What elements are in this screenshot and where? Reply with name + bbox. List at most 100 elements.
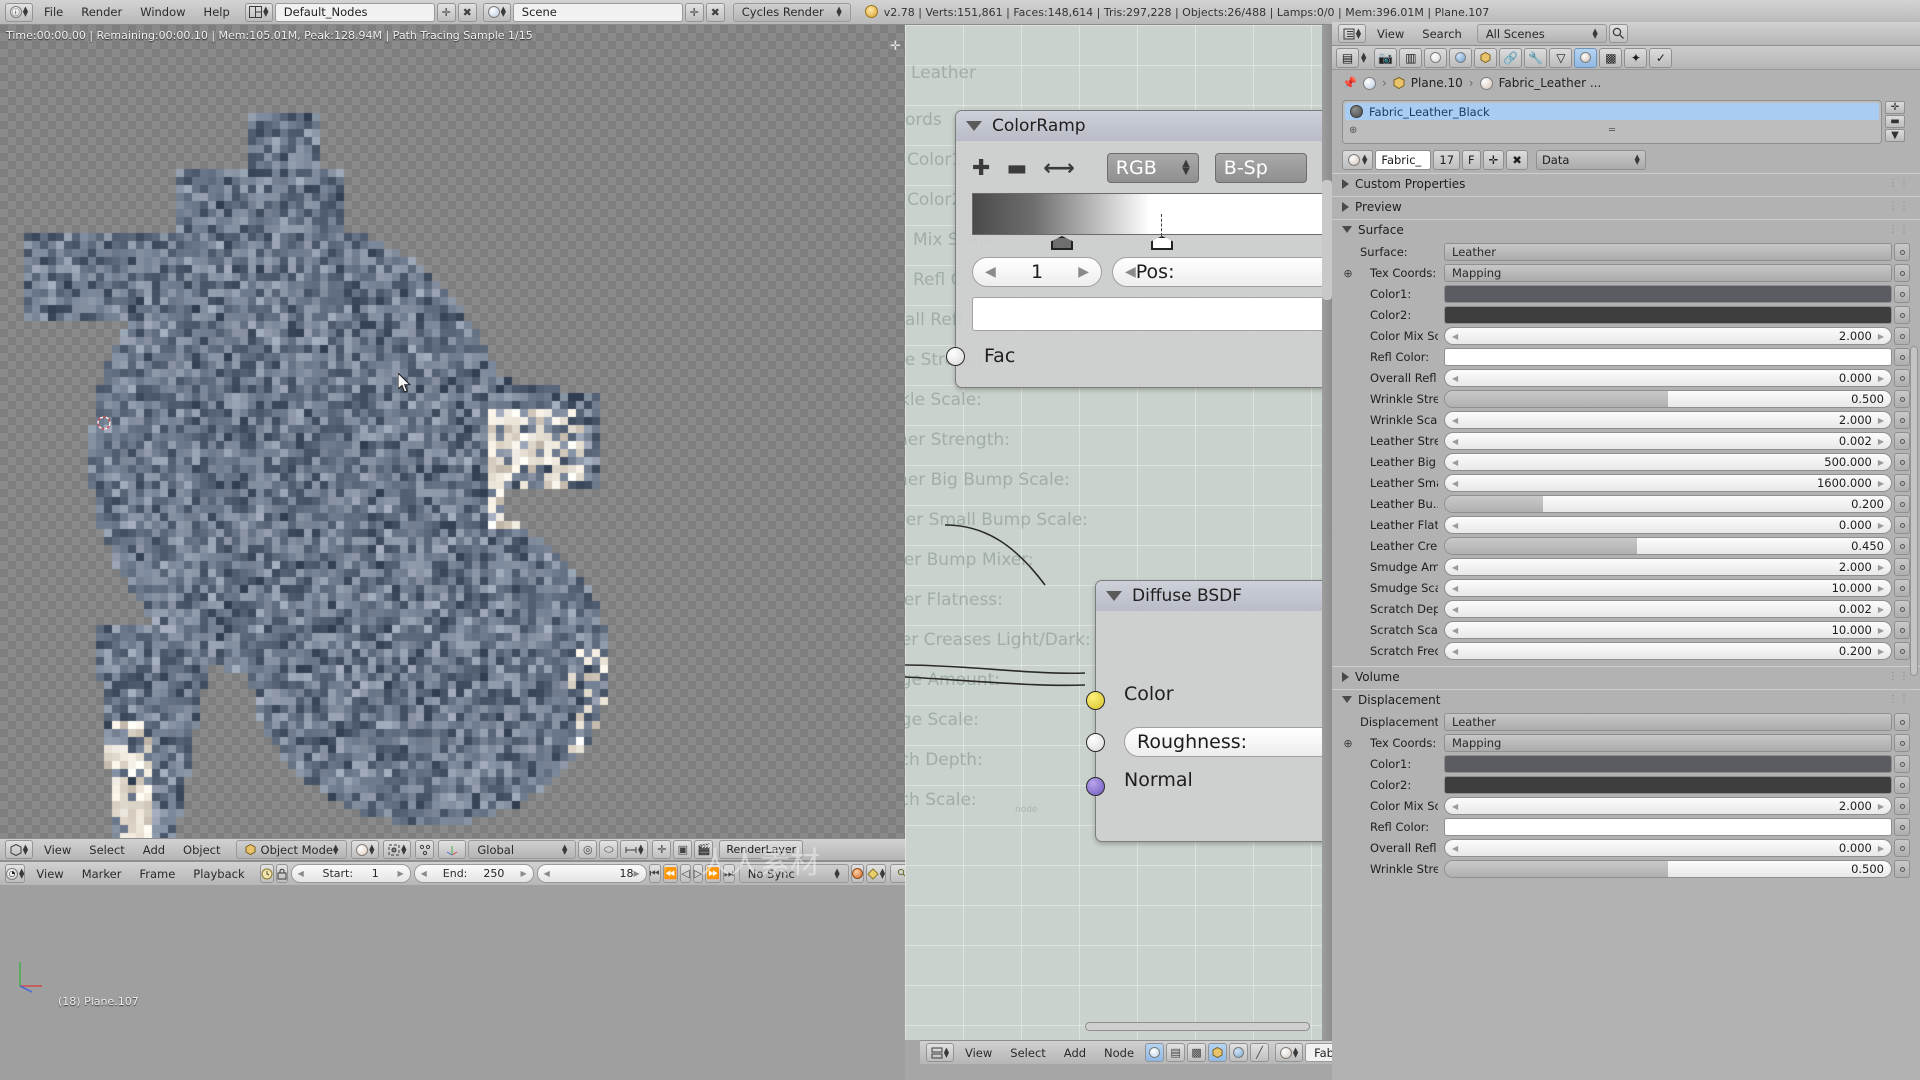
increment-icon[interactable]: ▶ — [1878, 479, 1884, 488]
animate-property-icon[interactable] — [1894, 776, 1910, 794]
increment-icon[interactable]: ▶ — [1878, 374, 1884, 383]
animate-property-icon[interactable] — [1894, 306, 1910, 324]
stop-handle-icon[interactable] — [1151, 236, 1173, 250]
outliner-editor-icon[interactable]: ▲ ▼ — [1338, 24, 1366, 43]
fake-user-toggle[interactable]: F — [1462, 150, 1481, 170]
unlink-icon[interactable]: ✖ — [458, 3, 477, 22]
animate-property-icon[interactable] — [1894, 558, 1910, 576]
add-icon[interactable]: ✛ — [437, 3, 456, 22]
previous-keyframe-icon[interactable]: ⏪ — [663, 864, 679, 883]
increment-icon[interactable]: ▶ — [1878, 647, 1884, 656]
current-frame-field[interactable]: ◀ 18 ▶ — [537, 864, 647, 883]
increment-icon[interactable]: ▶ — [1878, 332, 1884, 341]
increment-icon[interactable]: ▶ — [1878, 844, 1884, 853]
property-number-field[interactable]: ◀ 10.000 ▶ — [1444, 621, 1892, 639]
increment-icon[interactable]: ▶ — [633, 869, 639, 878]
increment-icon[interactable]: ▶ — [520, 869, 526, 878]
section-preview[interactable]: Preview ⋮⋮ — [1332, 196, 1920, 216]
property-number-field[interactable]: ◀ 2.000 ▶ — [1444, 327, 1892, 345]
increment-icon[interactable]: ▶ — [1878, 437, 1884, 446]
property-color-swatch[interactable] — [1444, 755, 1892, 773]
expand-plus-icon[interactable]: ⊕ — [1342, 267, 1354, 280]
jump-to-start-icon[interactable]: ⏮ — [649, 864, 661, 883]
proportional-edit-icon[interactable]: ◎ — [578, 840, 597, 859]
animate-property-icon[interactable] — [1894, 348, 1910, 366]
property-color-swatch[interactable] — [1444, 348, 1892, 366]
property-dropdown[interactable]: Leather — [1444, 243, 1892, 261]
property-number-field[interactable]: ◀ 0.000 ▶ — [1444, 839, 1892, 857]
screen-layout-icon[interactable]: ▲ ▼ — [245, 3, 273, 22]
play-reverse-icon[interactable]: ◁ — [680, 864, 690, 883]
property-number-field[interactable]: ◀ 2.000 ▶ — [1444, 797, 1892, 815]
shader-nodes-icon[interactable] — [1145, 1043, 1164, 1062]
material-name-input[interactable]: Fabric_ — [1375, 150, 1431, 170]
animate-property-icon[interactable] — [1894, 860, 1910, 878]
colorramp-pos-field[interactable]: ◀ Pos: 0. — [1112, 257, 1330, 287]
unlink-material-icon[interactable]: ✖ — [1506, 150, 1528, 170]
node-colorramp[interactable]: ColorRamp ✚ ▬ ⟷ RGB ▲ ▼ B-Sp ◀ 1 ▶ ◀ Pos… — [955, 110, 1330, 388]
property-number-field[interactable]: ◀ 10.000 ▶ — [1444, 579, 1892, 597]
socket-normal-input[interactable] — [1086, 777, 1105, 796]
decrement-icon[interactable]: ◀ — [1452, 647, 1458, 656]
diffuse-roughness-field[interactable]: Roughness: 0.00 — [1124, 727, 1330, 757]
interaction-mode-select[interactable]: Object Mode ▲ ▼ — [236, 840, 348, 859]
property-number-field[interactable]: 0.500 — [1444, 860, 1892, 878]
section-custom-properties[interactable]: Custom Properties ⋮⋮ — [1332, 173, 1920, 193]
property-number-field[interactable]: ◀ 0.002 ▶ — [1444, 432, 1892, 450]
increment-icon[interactable]: ▶ — [1878, 605, 1884, 614]
menu-window[interactable]: Window — [131, 3, 194, 21]
manipulator-icon[interactable]: ✛ — [652, 840, 671, 859]
scene-breadcrumb-icon[interactable] — [1363, 77, 1376, 90]
properties-vscrollbar[interactable] — [1910, 346, 1918, 676]
node-editor-type-icon[interactable]: ▲ ▼ — [926, 1043, 954, 1062]
property-number-field[interactable]: ◀ 0.200 ▶ — [1444, 642, 1892, 660]
tab-render[interactable]: 📷 — [1374, 48, 1397, 68]
node-editor-hscrollbar[interactable] — [1085, 1022, 1310, 1031]
world-shader-icon[interactable] — [1229, 1043, 1248, 1062]
decrement-icon[interactable]: ◀ — [1452, 605, 1458, 614]
decrement-icon[interactable]: ◀ — [1452, 626, 1458, 635]
collapse-triangle-icon[interactable] — [966, 121, 982, 131]
remove-material-slot-icon[interactable]: ▬ — [1885, 115, 1905, 128]
animate-property-icon[interactable] — [1894, 327, 1910, 345]
property-color-swatch[interactable] — [1444, 285, 1892, 303]
add-slot-icon[interactable]: ⊕ — [1349, 125, 1357, 136]
auto-key-icon[interactable] — [260, 864, 274, 883]
viewport-expand-icon[interactable]: ✛ — [890, 39, 901, 54]
animate-property-icon[interactable] — [1894, 369, 1910, 387]
animate-property-icon[interactable] — [1894, 713, 1910, 731]
transform-orientation-select[interactable]: Global ▲ ▼ — [468, 840, 576, 859]
socket-color-input[interactable] — [1086, 691, 1105, 710]
menu-file[interactable]: File — [35, 3, 72, 21]
node-diffuse-bsdf[interactable]: Diffuse BSDF BSD Color Roughness: 0.00 N… — [1095, 580, 1330, 842]
material-slot-row[interactable]: Fabric_Leather_Black — [1345, 103, 1879, 120]
tab-constraints[interactable]: 🔗 — [1499, 48, 1522, 68]
node-editor[interactable]: Leather ords Color1 Color2 Mix Scale: Re… — [905, 25, 1330, 1040]
viewport-menu-view[interactable]: View — [35, 841, 80, 859]
material-slot-grip[interactable]: ⊕ ═ — [1343, 122, 1881, 138]
viewport-menu-object[interactable]: Object — [174, 841, 229, 859]
property-color-swatch[interactable] — [1444, 306, 1892, 324]
tab-modifiers[interactable]: 🔧 — [1524, 48, 1547, 68]
colorramp-gradient-bar[interactable] — [972, 193, 1330, 235]
increment-icon[interactable]: ▶ — [1878, 521, 1884, 530]
decrement-icon[interactable]: ◀ — [1452, 844, 1458, 853]
property-number-field[interactable]: 0.450 — [1444, 537, 1892, 555]
datablock-select[interactable]: Data ▲ ▼ — [1536, 150, 1646, 170]
property-dropdown[interactable]: Mapping — [1444, 734, 1892, 752]
increment-icon[interactable]: ▶ — [397, 869, 403, 878]
decrement-icon[interactable]: ◀ — [1452, 374, 1458, 383]
animate-property-icon[interactable] — [1894, 495, 1910, 513]
animate-property-icon[interactable] — [1894, 474, 1910, 492]
socket-roughness-input[interactable] — [1086, 733, 1105, 752]
stop-handle-icon[interactable] — [1051, 236, 1073, 250]
colorramp-interpolation-select[interactable]: RGB ▲ ▼ — [1107, 153, 1199, 183]
colorramp-index-field[interactable]: ◀ 1 ▶ — [972, 257, 1102, 287]
tab-world[interactable] — [1449, 48, 1472, 68]
material-breadcrumb-icon[interactable] — [1480, 77, 1493, 90]
property-number-field[interactable]: ◀ 1600.000 ▶ — [1444, 474, 1892, 492]
animate-property-icon[interactable] — [1894, 621, 1910, 639]
timeline-menu-frame[interactable]: Frame — [130, 865, 184, 883]
menu-render[interactable]: Render — [72, 3, 131, 21]
colorramp-color-swatch[interactable] — [972, 297, 1330, 331]
